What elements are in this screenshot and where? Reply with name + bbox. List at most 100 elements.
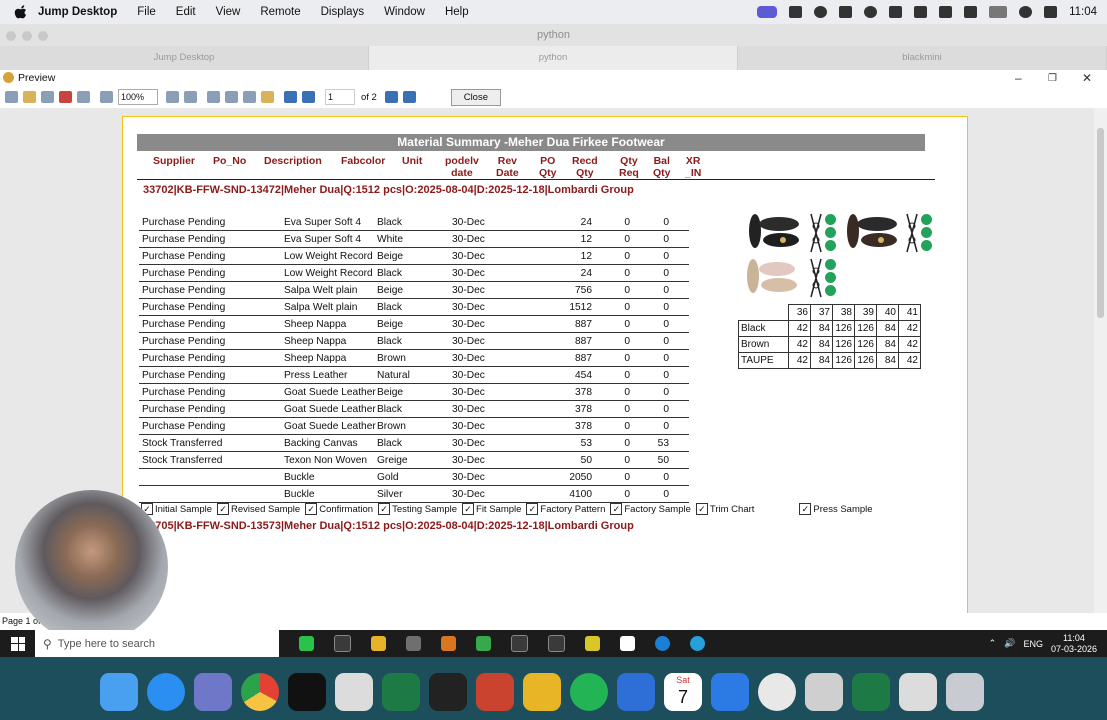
find-icon[interactable] xyxy=(77,91,90,103)
finder-icon[interactable] xyxy=(100,672,138,711)
two-page-icon[interactable] xyxy=(225,91,238,103)
sample-check-item[interactable]: ✓ Initial Sample xyxy=(141,503,212,515)
terminal-icon[interactable] xyxy=(288,672,326,711)
sample-check-item[interactable]: ✓ Trim Chart xyxy=(695,503,754,515)
open-folder-icon[interactable] xyxy=(23,91,36,103)
next-page-icon[interactable] xyxy=(384,91,398,103)
menu-window[interactable]: Window xyxy=(384,6,425,18)
sample-check-item[interactable]: ✓ Factory Pattern xyxy=(526,503,605,515)
pin-icon[interactable] xyxy=(914,6,928,18)
page-setup-icon[interactable] xyxy=(261,91,274,103)
checkbox-icon[interactable]: ✓ xyxy=(305,503,318,515)
console-app-icon[interactable] xyxy=(511,635,528,652)
bbedit-icon[interactable] xyxy=(194,672,232,711)
print-icon[interactable] xyxy=(5,91,18,103)
pdf-icon[interactable] xyxy=(59,91,72,103)
appstore-icon[interactable] xyxy=(523,672,561,711)
whatsapp-icon[interactable] xyxy=(570,672,608,711)
apple-icon[interactable] xyxy=(14,5,28,19)
checkbox-icon[interactable]: ✓ xyxy=(526,503,539,515)
wifi-icon[interactable] xyxy=(1019,6,1033,18)
control-center-icon[interactable] xyxy=(1044,6,1058,18)
minimize-icon[interactable]: – xyxy=(1015,70,1022,86)
script-editor-icon[interactable] xyxy=(335,672,373,711)
menu-edit[interactable]: Edit xyxy=(176,6,196,18)
checkbox-icon[interactable]: ✓ xyxy=(217,503,230,515)
network-app-icon[interactable] xyxy=(690,636,705,651)
tab-blackmini[interactable]: blackmini xyxy=(738,46,1107,70)
settings-icon[interactable] xyxy=(889,6,903,18)
download-icon[interactable] xyxy=(839,6,853,18)
page-width-icon[interactable] xyxy=(243,91,256,103)
browser-app-icon[interactable] xyxy=(406,636,421,651)
trash-icon[interactable] xyxy=(946,672,984,711)
menubar-clock[interactable]: 11:04 xyxy=(1069,6,1097,18)
ftp-app-icon[interactable] xyxy=(585,636,600,651)
downloads-icon[interactable] xyxy=(899,672,937,711)
remote-icon[interactable] xyxy=(814,6,828,18)
page-number-input[interactable]: 1 xyxy=(325,89,355,105)
node-app-icon[interactable] xyxy=(476,636,491,651)
save-icon[interactable] xyxy=(41,91,54,103)
chevron-up-icon[interactable]: ⌃ xyxy=(989,638,997,649)
sample-check-item[interactable]: ✓ Fit Sample xyxy=(462,503,521,515)
shell-app-icon[interactable] xyxy=(548,635,565,652)
single-page-icon[interactable] xyxy=(207,91,220,103)
dictation-icon[interactable] xyxy=(711,672,749,711)
keyboard-icon[interactable] xyxy=(789,6,803,18)
menu-remote[interactable]: Remote xyxy=(260,6,300,18)
menu-app-name[interactable]: Jump Desktop xyxy=(38,6,117,18)
restore-icon[interactable]: ❐ xyxy=(1048,71,1057,87)
checkbox-icon[interactable]: ✓ xyxy=(378,503,391,515)
excel-icon[interactable] xyxy=(382,672,420,711)
menu-view[interactable]: View xyxy=(216,6,241,18)
1password-icon[interactable] xyxy=(758,672,796,711)
sample-check-item[interactable]: ✓ Factory Sample xyxy=(610,503,691,515)
last-page-icon[interactable] xyxy=(402,91,416,103)
windows-start-icon[interactable] xyxy=(11,636,25,651)
vpn-icon[interactable] xyxy=(864,6,878,18)
first-page-icon[interactable] xyxy=(284,91,297,103)
menu-displays[interactable]: Displays xyxy=(321,6,364,18)
taskbar-clock[interactable]: 11:04 07-03-2026 xyxy=(1051,633,1097,655)
menu-file[interactable]: File xyxy=(137,6,156,18)
sample-check-item[interactable]: ✓ Confirmation xyxy=(305,503,373,515)
menu-help[interactable]: Help xyxy=(445,6,469,18)
lang-indicator[interactable]: ENG xyxy=(1023,639,1043,649)
tab-jump-desktop[interactable]: Jump Desktop xyxy=(0,46,369,70)
safari-icon[interactable] xyxy=(147,672,185,711)
close-icon[interactable]: ✕ xyxy=(1082,70,1092,86)
excel-file-icon[interactable] xyxy=(852,672,890,711)
zoom-icon[interactable] xyxy=(100,91,113,103)
mysql-icon[interactable] xyxy=(476,672,514,711)
webcam-overlay[interactable] xyxy=(15,490,168,643)
zoom-out-icon[interactable] xyxy=(166,91,179,103)
document-icon[interactable] xyxy=(805,672,843,711)
vertical-scrollbar[interactable] xyxy=(1094,108,1107,613)
checkbox-icon[interactable]: ✓ xyxy=(799,503,812,515)
file-explorer-icon[interactable] xyxy=(371,636,386,651)
screen-share-icon[interactable] xyxy=(757,6,778,18)
python-app-icon[interactable] xyxy=(441,636,456,651)
checkbox-icon[interactable]: ✓ xyxy=(695,503,708,515)
battery-icon[interactable] xyxy=(989,6,1008,18)
zoom-select[interactable]: 100% xyxy=(118,89,158,105)
sample-check-item[interactable]: ✓ Revised Sample xyxy=(217,503,300,515)
taskbar-search[interactable]: ⚲ Type here to search xyxy=(35,630,279,657)
calendar-icon[interactable]: Sat 7 xyxy=(664,672,702,711)
chrome-icon[interactable] xyxy=(241,672,279,711)
prev-page-icon[interactable] xyxy=(302,91,315,103)
report-viewer[interactable]: Material Summary -Meher Dua Firkee Footw… xyxy=(0,108,1094,613)
checkbox-icon[interactable]: ✓ xyxy=(610,503,623,515)
close-button[interactable]: Close xyxy=(450,88,501,106)
mute-icon[interactable] xyxy=(964,6,978,18)
close-square-icon[interactable] xyxy=(939,6,953,18)
console-icon[interactable] xyxy=(429,672,467,711)
cmd-app-icon[interactable] xyxy=(334,635,351,652)
notepad-app-icon[interactable] xyxy=(620,636,635,651)
fit-page-icon[interactable] xyxy=(184,91,197,103)
terminal-app-icon[interactable] xyxy=(299,636,314,651)
jump-desktop-icon[interactable] xyxy=(617,672,655,711)
sample-check-item[interactable]: ✓ Press Sample xyxy=(799,503,873,515)
sample-check-item[interactable]: ✓ Testing Sample xyxy=(378,503,457,515)
